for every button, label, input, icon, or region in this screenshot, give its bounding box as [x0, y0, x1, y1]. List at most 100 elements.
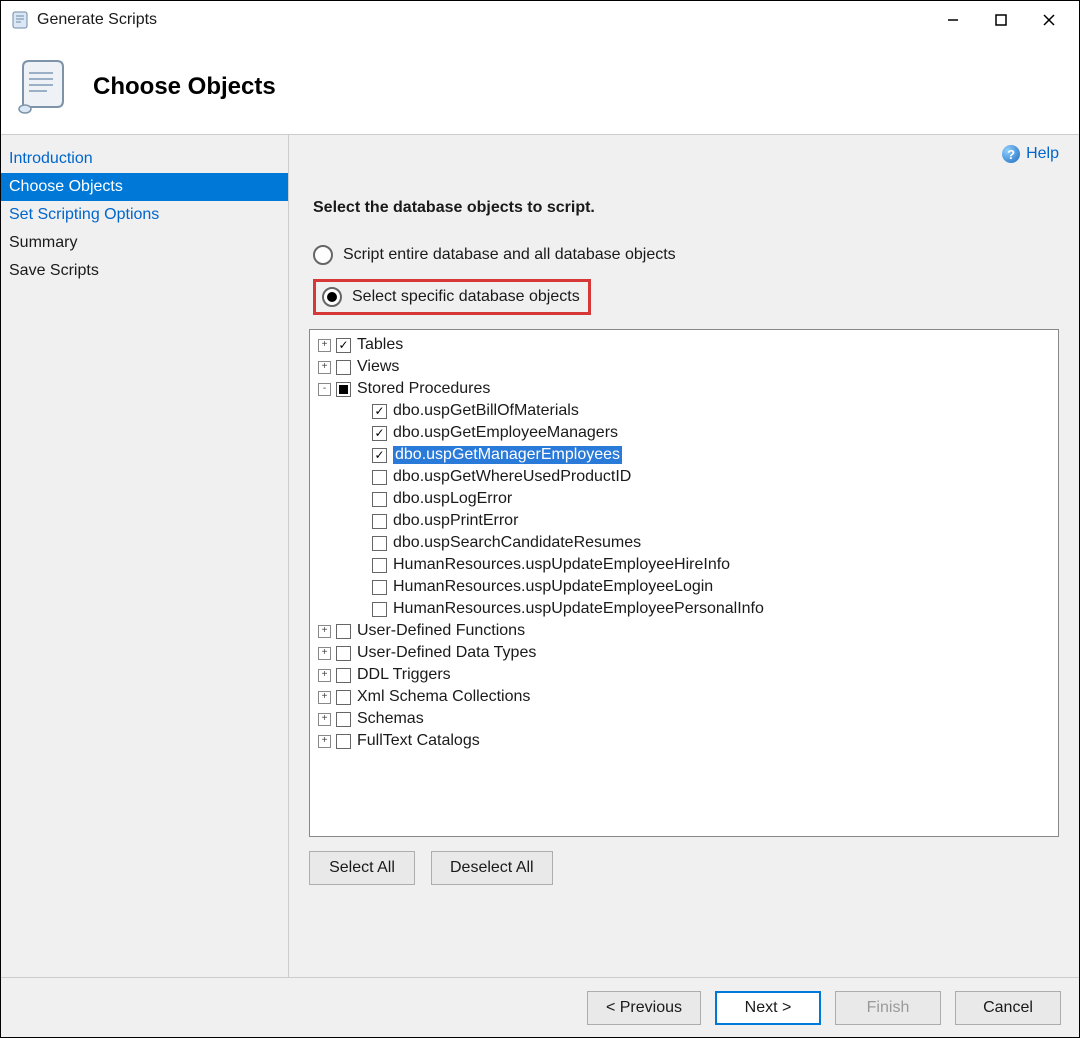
- radio-select-specific-objects[interactable]: Select specific database objects: [313, 279, 591, 315]
- expand-icon[interactable]: +: [318, 647, 331, 660]
- sidebar-item-introduction[interactable]: Introduction: [1, 145, 288, 173]
- wizard-steps-sidebar: Introduction Choose Objects Set Scriptin…: [1, 135, 289, 977]
- collapse-icon[interactable]: -: [318, 383, 331, 396]
- expand-icon[interactable]: +: [318, 691, 331, 704]
- objects-tree[interactable]: + Tables +Views - Stored Procedures dbo.uspGe…: [309, 329, 1059, 837]
- checkbox[interactable]: [336, 624, 351, 639]
- tree-node-label: dbo.uspGetManagerEmployees: [393, 446, 622, 464]
- sidebar-item-summary[interactable]: Summary: [1, 229, 288, 257]
- wizard-header: Choose Objects: [1, 39, 1079, 135]
- checkbox[interactable]: [336, 360, 351, 375]
- tree-node-label: FullText Catalogs: [357, 732, 480, 750]
- maximize-button[interactable]: [977, 4, 1025, 36]
- app-icon: [9, 9, 31, 31]
- checkbox[interactable]: [336, 690, 351, 705]
- toggle-placeholder: [354, 449, 367, 462]
- radio-icon: [313, 245, 333, 265]
- toggle-placeholder: [354, 471, 367, 484]
- checkbox[interactable]: [372, 580, 387, 595]
- expand-icon[interactable]: +: [318, 361, 331, 374]
- radio-icon: [322, 287, 342, 307]
- checkbox[interactable]: [372, 536, 387, 551]
- deselect-all-button[interactable]: Deselect All: [431, 851, 553, 885]
- tree-node[interactable]: +Views: [318, 356, 1050, 378]
- tree-node[interactable]: HumanResources.uspUpdateEmployeePersonal…: [318, 598, 1050, 620]
- help-icon: ?: [1002, 145, 1020, 163]
- tree-node[interactable]: dbo.uspGetWhereUsedProductID: [318, 466, 1050, 488]
- tree-node[interactable]: dbo.uspGetEmployeeManagers: [318, 422, 1050, 444]
- tree-node-label: HumanResources.uspUpdateEmployeeLogin: [393, 578, 713, 596]
- tree-node[interactable]: + DDL Triggers: [318, 664, 1050, 686]
- checkbox[interactable]: [372, 448, 387, 463]
- page-title: Choose Objects: [93, 73, 276, 101]
- tree-node[interactable]: dbo.uspPrintError: [318, 510, 1050, 532]
- sidebar-item-set-scripting-options[interactable]: Set Scripting Options: [1, 201, 288, 229]
- tree-node[interactable]: dbo.uspSearchCandidateResumes: [318, 532, 1050, 554]
- content-heading: Select the database objects to script.: [313, 199, 1059, 217]
- tree-node[interactable]: +User-Defined Data Types: [318, 642, 1050, 664]
- tree-node[interactable]: + Xml Schema Collections: [318, 686, 1050, 708]
- tree-node[interactable]: HumanResources.uspUpdateEmployeeLogin: [318, 576, 1050, 598]
- tree-node-label: Tables: [357, 336, 403, 354]
- expand-icon[interactable]: +: [318, 625, 331, 638]
- checkbox[interactable]: [336, 338, 351, 353]
- checkbox[interactable]: [372, 470, 387, 485]
- window-title: Generate Scripts: [37, 11, 157, 29]
- toggle-placeholder: [354, 581, 367, 594]
- window-titlebar: Generate Scripts: [1, 1, 1079, 39]
- checkbox[interactable]: [372, 492, 387, 507]
- sidebar-item-save-scripts[interactable]: Save Scripts: [1, 257, 288, 285]
- tree-node[interactable]: dbo.uspGetManagerEmployees: [318, 444, 1050, 466]
- tree-node[interactable]: + FullText Catalogs: [318, 730, 1050, 752]
- toggle-placeholder: [354, 537, 367, 550]
- previous-button[interactable]: < Previous: [587, 991, 701, 1025]
- select-all-button[interactable]: Select All: [309, 851, 415, 885]
- tree-node-label: dbo.uspGetEmployeeManagers: [393, 424, 618, 442]
- close-button[interactable]: [1025, 4, 1073, 36]
- toggle-placeholder: [354, 559, 367, 572]
- help-label: Help: [1026, 145, 1059, 163]
- toggle-placeholder: [354, 405, 367, 418]
- sidebar-item-choose-objects[interactable]: Choose Objects: [1, 173, 288, 201]
- expand-icon[interactable]: +: [318, 735, 331, 748]
- tree-node[interactable]: +Schemas: [318, 708, 1050, 730]
- tree-node-label: HumanResources.uspUpdateEmployeeHireInfo: [393, 556, 730, 574]
- tree-node[interactable]: dbo.uspGetBillOfMaterials: [318, 400, 1050, 422]
- tree-node-label: Xml Schema Collections: [357, 688, 530, 706]
- tree-node[interactable]: dbo.uspLogError: [318, 488, 1050, 510]
- tree-node[interactable]: + Tables: [318, 334, 1050, 356]
- minimize-button[interactable]: [929, 4, 977, 36]
- cancel-button[interactable]: Cancel: [955, 991, 1061, 1025]
- checkbox[interactable]: [372, 404, 387, 419]
- checkbox[interactable]: [372, 558, 387, 573]
- radio-script-entire-database[interactable]: Script entire database and all database …: [313, 245, 1059, 265]
- toggle-placeholder: [354, 427, 367, 440]
- help-link[interactable]: ? Help: [309, 145, 1059, 163]
- checkbox[interactable]: [336, 712, 351, 727]
- checkbox[interactable]: [372, 426, 387, 441]
- checkbox[interactable]: [336, 646, 351, 661]
- wizard-footer: < Previous Next > Finish Cancel: [1, 977, 1079, 1037]
- tree-node[interactable]: HumanResources.uspUpdateEmployeeHireInfo: [318, 554, 1050, 576]
- toggle-placeholder: [354, 493, 367, 506]
- script-scroll-icon: [9, 55, 73, 119]
- tree-node-label: dbo.uspPrintError: [393, 512, 518, 530]
- expand-icon[interactable]: +: [318, 339, 331, 352]
- checkbox[interactable]: [336, 734, 351, 749]
- checkbox[interactable]: [336, 668, 351, 683]
- tree-node-label: HumanResources.uspUpdateEmployeePersonal…: [393, 600, 764, 618]
- toggle-placeholder: [354, 603, 367, 616]
- radio-label: Script entire database and all database …: [343, 246, 676, 264]
- tree-node-label: dbo.uspSearchCandidateResumes: [393, 534, 641, 552]
- tree-node-label: User-Defined Functions: [357, 622, 525, 640]
- checkbox[interactable]: [372, 514, 387, 529]
- next-button[interactable]: Next >: [715, 991, 821, 1025]
- tree-node-label: DDL Triggers: [357, 666, 451, 684]
- tree-node[interactable]: - Stored Procedures: [318, 378, 1050, 400]
- tree-node[interactable]: + User-Defined Functions: [318, 620, 1050, 642]
- expand-icon[interactable]: +: [318, 669, 331, 682]
- tree-node-label: Stored Procedures: [357, 380, 490, 398]
- checkbox[interactable]: [372, 602, 387, 617]
- checkbox[interactable]: [336, 382, 351, 397]
- expand-icon[interactable]: +: [318, 713, 331, 726]
